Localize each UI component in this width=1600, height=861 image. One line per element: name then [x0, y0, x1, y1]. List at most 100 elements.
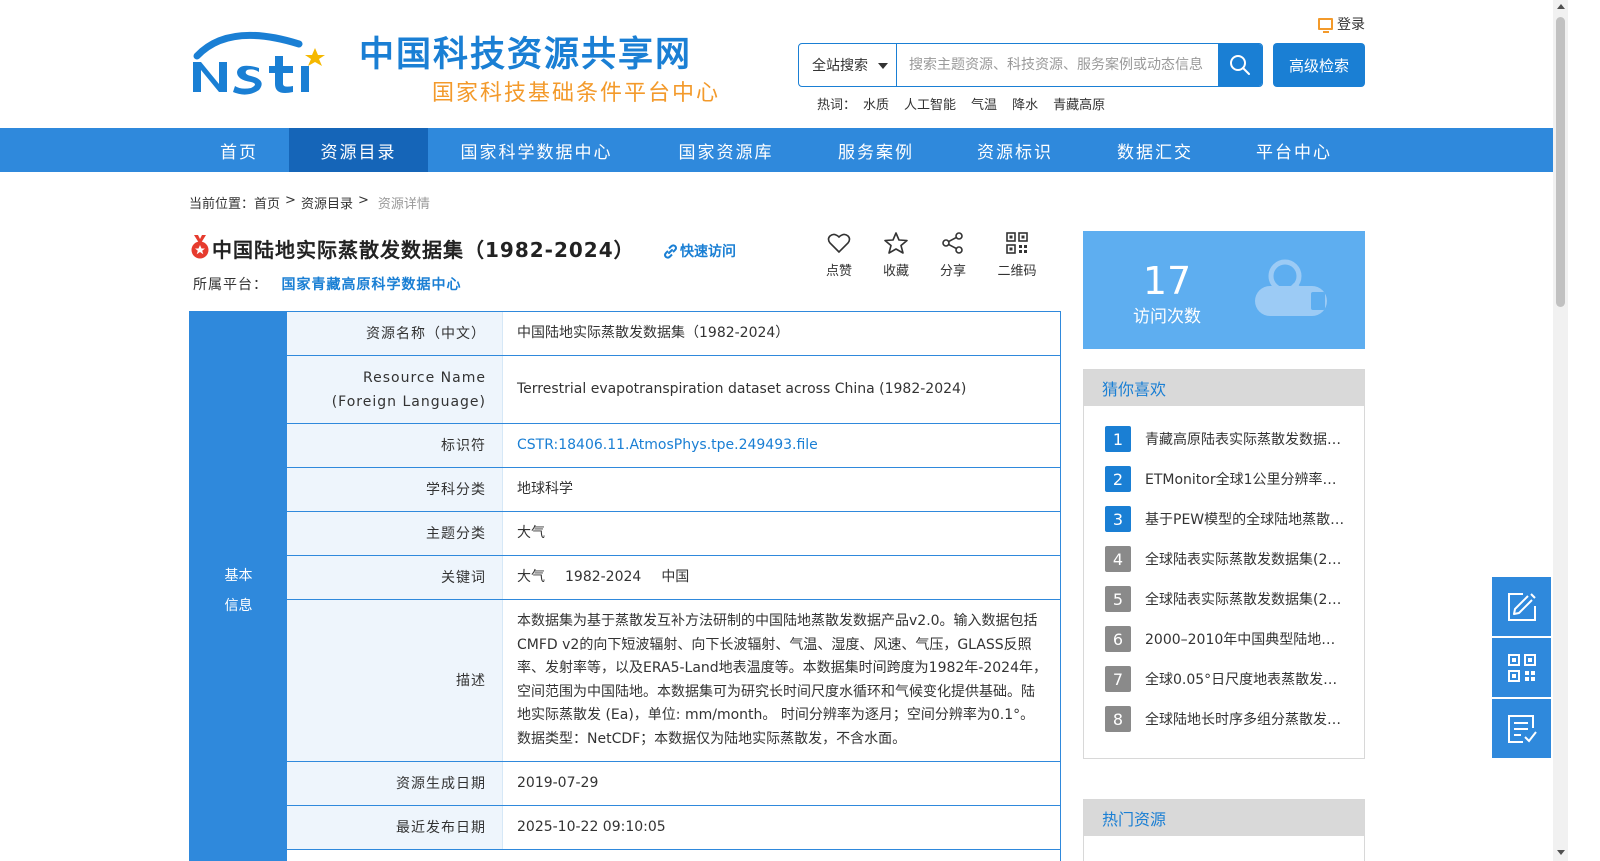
feedback-button[interactable]	[1492, 577, 1551, 636]
hot-word-link[interactable]: 气温	[971, 94, 997, 113]
rank-badge: 1	[1105, 426, 1131, 452]
rank-badge: 4	[1105, 546, 1131, 572]
keyword: 中国	[661, 568, 690, 585]
search-scope-label: 全站搜索	[812, 58, 868, 74]
nav-item-data-submission[interactable]: 数据汇交	[1085, 128, 1225, 172]
list-item[interactable]: 1 青藏高原陆表实际蒸散发数据集（1982-2022）	[1105, 426, 1345, 452]
search-scope-select[interactable]: 全站搜索	[799, 44, 897, 86]
nav-item-service-cases[interactable]: 服务案例	[807, 128, 945, 172]
list-item[interactable]: 5 全球陆表实际蒸散发数据集(2001-2020)	[1105, 586, 1345, 612]
nav-item-resource-catalog[interactable]: 资源目录	[289, 128, 428, 172]
quick-access-label: 快速访问	[680, 244, 736, 260]
nav-item-science-data-centers[interactable]: 国家科学数据中心	[428, 128, 645, 172]
field-label: 描述	[287, 600, 503, 761]
hot-word-link[interactable]: 青藏高原	[1053, 94, 1105, 113]
qrcode-float-button[interactable]	[1492, 638, 1551, 697]
table-row: 资源名称（中文） 中国陆地实际蒸散发数据集（1982-2024）	[287, 312, 1061, 356]
like-button[interactable]: 点赞	[818, 232, 860, 279]
visit-count: 17	[1142, 259, 1192, 303]
recommendation-link[interactable]: ETMonitor全球1公里分辨率地表蒸散发数据集	[1145, 469, 1345, 489]
recommendation-link[interactable]: 全球0.05°日尺度地表蒸散发数据集	[1145, 669, 1345, 689]
site-logo[interactable]	[189, 26, 351, 98]
nav-item-resource-id[interactable]: 资源标识	[945, 128, 1085, 172]
platform-label: 所属平台：	[193, 277, 268, 293]
list-item[interactable]: 8 全球陆地长时序多组分蒸散发数据集	[1105, 706, 1345, 732]
table-row: 最近发布日期 2025-10-22 09:10:05	[287, 806, 1061, 850]
edit-icon	[1507, 592, 1536, 621]
recommendation-link[interactable]: 全球陆表实际蒸散发数据集(2001-2020)	[1145, 589, 1345, 609]
window-edge	[1568, 0, 1600, 861]
list-item[interactable]: 7 全球0.05°日尺度地表蒸散发数据集	[1105, 666, 1345, 692]
breadcrumb-separator: >	[357, 193, 369, 208]
nav-item-resource-libraries[interactable]: 国家资源库	[645, 128, 807, 172]
field-label: 关键词	[287, 556, 503, 599]
breadcrumb-current: 资源详情	[377, 197, 430, 212]
scrollbar-thumb[interactable]	[1556, 17, 1565, 307]
medal-icon	[191, 235, 209, 259]
scroll-up-arrow-icon[interactable]	[1557, 4, 1565, 9]
quick-access-link[interactable]: 快速访问	[663, 241, 736, 261]
scroll-down-arrow-icon[interactable]	[1557, 850, 1565, 855]
breadcrumb-link-catalog[interactable]: 资源目录	[301, 193, 353, 212]
login-link[interactable]: 登录	[1318, 14, 1365, 34]
star-icon	[884, 232, 908, 254]
vertical-scrollbar[interactable]	[1553, 0, 1568, 861]
field-label-line: Resource Name	[363, 369, 486, 386]
field-label: Resource Name (Foreign Language)	[287, 356, 503, 423]
search-input[interactable]	[897, 44, 1218, 86]
field-label: 主题分类	[287, 512, 503, 555]
visit-count-panel: 17 访问次数	[1083, 231, 1365, 349]
hot-words: 热词： 水质 人工智能 气温 降水 青藏高原	[817, 94, 1105, 113]
page: 中国科技资源共享网 国家科技基础条件平台中心 登录 全站搜索 高级检索 热词： …	[0, 0, 1600, 861]
site-subtitle: 国家科技基础条件平台中心	[432, 81, 721, 106]
share-icon	[942, 232, 963, 254]
field-value: 2019-07-29	[517, 774, 599, 791]
field-label: 标识符	[287, 424, 503, 467]
hot-word-link[interactable]: 降水	[1012, 94, 1038, 113]
list-item[interactable]: 4 全球陆表实际蒸散发数据集(2000-2020)	[1105, 546, 1345, 572]
recommendation-link[interactable]: 全球陆地长时序多组分蒸散发数据集	[1145, 709, 1345, 729]
link-icon	[664, 243, 677, 259]
section-label-line: 基本	[224, 568, 253, 584]
nav-item-platform-center[interactable]: 平台中心	[1225, 128, 1363, 172]
identifier-link[interactable]: CSTR:18406.11.AtmosPhys.tpe.249493.file	[503, 424, 1061, 467]
breadcrumb-link-home[interactable]: 首页	[254, 193, 280, 212]
field-value: 大气	[517, 524, 545, 541]
resource-actions: 点赞 收藏 分享 二维码	[818, 232, 1045, 279]
recommendation-link[interactable]: 青藏高原陆表实际蒸散发数据集（1982-2022）	[1145, 429, 1345, 449]
hot-word-link[interactable]: 人工智能	[904, 94, 956, 113]
login-label: 登录	[1337, 17, 1365, 33]
rank-badge: 6	[1105, 626, 1131, 652]
recommendation-link[interactable]: 基于PEW模型的全球陆地蒸散发数据集	[1145, 509, 1345, 529]
recommendation-link[interactable]: 2000–2010年中国典型陆地生态系统实际蒸散量	[1145, 629, 1345, 649]
field-value: 地球科学	[517, 480, 573, 497]
nav-item-home[interactable]: 首页	[189, 128, 289, 172]
platform-link[interactable]: 国家青藏高原科学数据中心	[281, 277, 461, 293]
field-label: 资源名称（中文）	[287, 312, 503, 355]
list-item[interactable]: 6 2000–2010年中国典型陆地生态系统实际蒸散量	[1105, 626, 1345, 652]
search-bar: 全站搜索	[798, 43, 1263, 87]
qrcode-button[interactable]: 二维码	[989, 232, 1045, 279]
main-nav: 首页 资源目录 国家科学数据中心 国家资源库 服务案例 资源标识 数据汇交 平台…	[0, 128, 1553, 172]
monitor-icon	[1318, 18, 1333, 33]
breadcrumb-prefix: 当前位置：	[189, 197, 255, 212]
basic-info-table: 基本 信息 资源名称（中文） 中国陆地实际蒸散发数据集（1982-2024） R…	[189, 311, 1061, 861]
floating-toolbar	[1492, 577, 1551, 760]
breadcrumb: 当前位置： 首页 > 资源目录 > 资源详情	[189, 193, 430, 212]
recommendation-link[interactable]: 全球陆表实际蒸散发数据集(2000-2020)	[1145, 549, 1345, 569]
share-button[interactable]: 分享	[932, 232, 974, 279]
recommendations-list: 1 青藏高原陆表实际蒸散发数据集（1982-2022） 2 ETMonitor全…	[1084, 406, 1364, 758]
field-label: 资源生成日期	[287, 762, 503, 805]
share-label: 分享	[939, 264, 966, 279]
list-item[interactable]: 2 ETMonitor全球1公里分辨率地表蒸散发数据集	[1105, 466, 1345, 492]
hot-words-label: 热词：	[817, 98, 857, 113]
hot-word-link[interactable]: 水质	[863, 94, 889, 113]
checklist-button[interactable]	[1492, 699, 1551, 758]
hot-resources-title: 热门资源	[1084, 800, 1364, 836]
table-row: Resource Name (Foreign Language) Terrest…	[287, 356, 1061, 424]
search-button[interactable]	[1218, 44, 1262, 86]
table-row: 描述 本数据集为基于蒸散发互补方法研制的中国陆地蒸散发数据产品v2.0。输入数据…	[287, 600, 1061, 762]
advanced-search-button[interactable]: 高级检索	[1273, 43, 1365, 87]
favorite-button[interactable]: 收藏	[875, 232, 917, 279]
list-item[interactable]: 3 基于PEW模型的全球陆地蒸散发数据集	[1105, 506, 1345, 532]
